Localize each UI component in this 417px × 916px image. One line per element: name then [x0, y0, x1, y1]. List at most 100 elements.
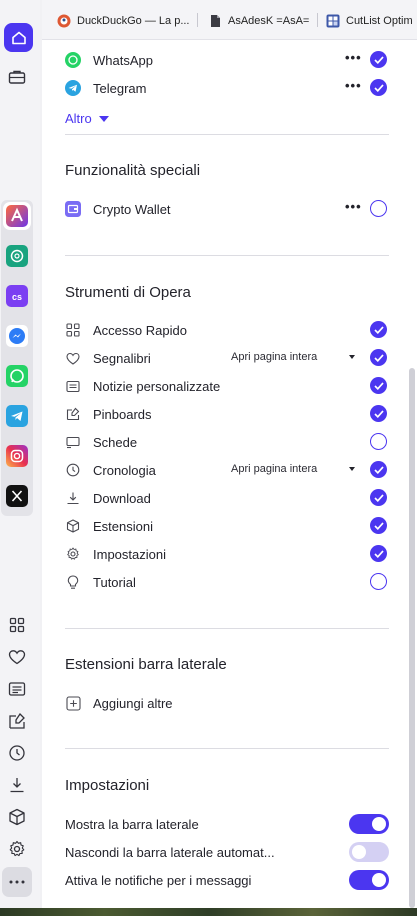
enabled-checkbox[interactable]: [370, 545, 387, 562]
enabled-checkbox[interactable]: [370, 489, 387, 506]
sidebar-setup-panel: [42, 0, 417, 908]
messenger-row-whatsapp: WhatsApp •••: [65, 49, 389, 71]
add-square-icon: [65, 695, 81, 711]
enabled-checkbox[interactable]: [370, 349, 387, 366]
more-dots-icon[interactable]: [2, 867, 32, 897]
bookmark-asadesk[interactable]: AsAdesK =AsA=: [208, 12, 309, 30]
messenger-row-telegram: Telegram •••: [65, 77, 389, 99]
whatsapp-icon[interactable]: [3, 362, 31, 390]
document-icon: [208, 14, 222, 28]
setting-row-show-sidebar: Mostra la barra laterale: [65, 813, 389, 835]
bookmarks-bar: DuckDuckGo — La p... AsAdesK =AsA= CutLi…: [42, 0, 417, 40]
download-icon[interactable]: [3, 771, 31, 799]
open-mode-select[interactable]: Apri pagina intera: [231, 351, 317, 363]
tool-label: Pinboards: [93, 406, 152, 422]
more-options-icon[interactable]: •••: [345, 50, 362, 65]
bookmark-label: CutList Optim: [346, 15, 413, 27]
caret-down-icon: [98, 115, 109, 122]
more-options-icon[interactable]: •••: [345, 78, 362, 93]
enabled-checkbox[interactable]: [370, 461, 387, 478]
setting-row-message-notifications: Attiva le notifiche per i messaggi: [65, 869, 389, 891]
tool-row-pinboards: Pinboards: [65, 403, 389, 425]
tool-label: Download: [93, 490, 151, 506]
altro-label: Altro: [65, 111, 92, 126]
pinboards-icon: [65, 406, 81, 422]
cutlist-icon: [326, 14, 340, 28]
enabled-checkbox[interactable]: [370, 573, 387, 590]
toggle-knob: [372, 873, 386, 887]
setting-label: Mostra la barra laterale: [65, 816, 199, 832]
news-icon[interactable]: [3, 675, 31, 703]
history-clock-icon[interactable]: [3, 739, 31, 767]
telegram-icon[interactable]: [3, 402, 31, 430]
settings-gear-icon[interactable]: [3, 835, 31, 863]
autohide-sidebar-toggle[interactable]: [349, 842, 389, 862]
news-icon: [65, 378, 81, 394]
add-extensions-button[interactable]: Aggiungi altre: [65, 692, 389, 714]
section-title-settings: Impostazioni: [65, 777, 150, 794]
whatsapp-icon: [65, 52, 81, 68]
chatgpt-icon[interactable]: [3, 242, 31, 270]
enabled-checkbox[interactable]: [370, 405, 387, 422]
tool-label: Tutorial: [93, 574, 136, 590]
panel-scrollbar[interactable]: [409, 368, 415, 908]
aria-icon[interactable]: [3, 202, 31, 230]
cube-icon: [65, 518, 81, 534]
x-icon[interactable]: [3, 482, 31, 510]
bookmarks-heart-icon[interactable]: [3, 643, 31, 671]
tool-label: Estensioni: [93, 518, 153, 534]
speed-dial-icon[interactable]: [3, 611, 31, 639]
heart-icon: [65, 350, 81, 366]
telegram-icon: [65, 80, 81, 96]
bookmark-label: AsAdesK =AsA=: [228, 15, 310, 27]
tool-row-segnalibri: Segnalibri Apri pagina intera: [65, 347, 389, 369]
instagram-icon[interactable]: [3, 442, 31, 470]
tabs-icon: [65, 434, 81, 450]
enabled-checkbox[interactable]: [370, 433, 387, 450]
special-row-crypto-wallet: Crypto Wallet •••: [65, 198, 389, 220]
select-caret-icon: [349, 467, 355, 471]
bookmark-label: DuckDuckGo — La p...: [77, 15, 190, 27]
chatsonic-icon[interactable]: cs: [3, 282, 31, 310]
enabled-checkbox[interactable]: [370, 321, 387, 338]
enabled-checkbox[interactable]: [370, 517, 387, 534]
clock-icon: [65, 462, 81, 478]
workspaces-briefcase-icon[interactable]: [3, 63, 31, 91]
enabled-checkbox[interactable]: [370, 51, 387, 68]
bookmark-cutlist[interactable]: CutList Optim: [326, 12, 413, 30]
enabled-checkbox[interactable]: [370, 79, 387, 96]
tool-label: Schede: [93, 434, 138, 450]
messenger-label: WhatsApp: [93, 52, 153, 68]
bookmark-separator: [197, 13, 198, 27]
setting-label: Nascondi la barra laterale automat...: [65, 844, 275, 860]
tool-label: Accesso Rapido: [93, 322, 187, 338]
svg-text:cs: cs: [12, 292, 22, 302]
tool-row-cronologia: Cronologia Apri pagina intera: [65, 459, 389, 481]
divider: [65, 628, 389, 629]
setting-row-autohide-sidebar: Nascondi la barra laterale automat...: [65, 841, 389, 863]
extensions-cube-icon[interactable]: [3, 803, 31, 831]
opera-logo-icon[interactable]: [4, 23, 33, 52]
wallpaper-strip: [0, 908, 417, 916]
open-mode-select[interactable]: Apri pagina intera: [231, 463, 317, 475]
message-notifications-toggle[interactable]: [349, 870, 389, 890]
altro-dropdown[interactable]: Altro: [65, 111, 109, 126]
lightbulb-icon: [65, 574, 81, 590]
tool-row-accesso-rapido: Accesso Rapido: [65, 319, 389, 341]
special-label: Crypto Wallet: [93, 201, 171, 217]
show-sidebar-toggle[interactable]: [349, 814, 389, 834]
enabled-checkbox[interactable]: [370, 377, 387, 394]
tool-label: Impostazioni: [93, 546, 166, 562]
add-extensions-label: Aggiungi altre: [93, 695, 173, 711]
tool-row-download: Download: [65, 487, 389, 509]
messenger-icon[interactable]: [3, 322, 31, 350]
bookmark-separator: [317, 13, 318, 27]
enabled-checkbox[interactable]: [370, 200, 387, 217]
tool-label: Segnalibri: [93, 350, 151, 366]
divider: [65, 134, 389, 135]
gear-icon: [65, 546, 81, 562]
bookmark-duckduckgo[interactable]: DuckDuckGo — La p...: [57, 12, 190, 30]
select-caret-icon: [349, 355, 355, 359]
more-options-icon[interactable]: •••: [345, 199, 362, 214]
pinboards-icon[interactable]: [3, 707, 31, 735]
